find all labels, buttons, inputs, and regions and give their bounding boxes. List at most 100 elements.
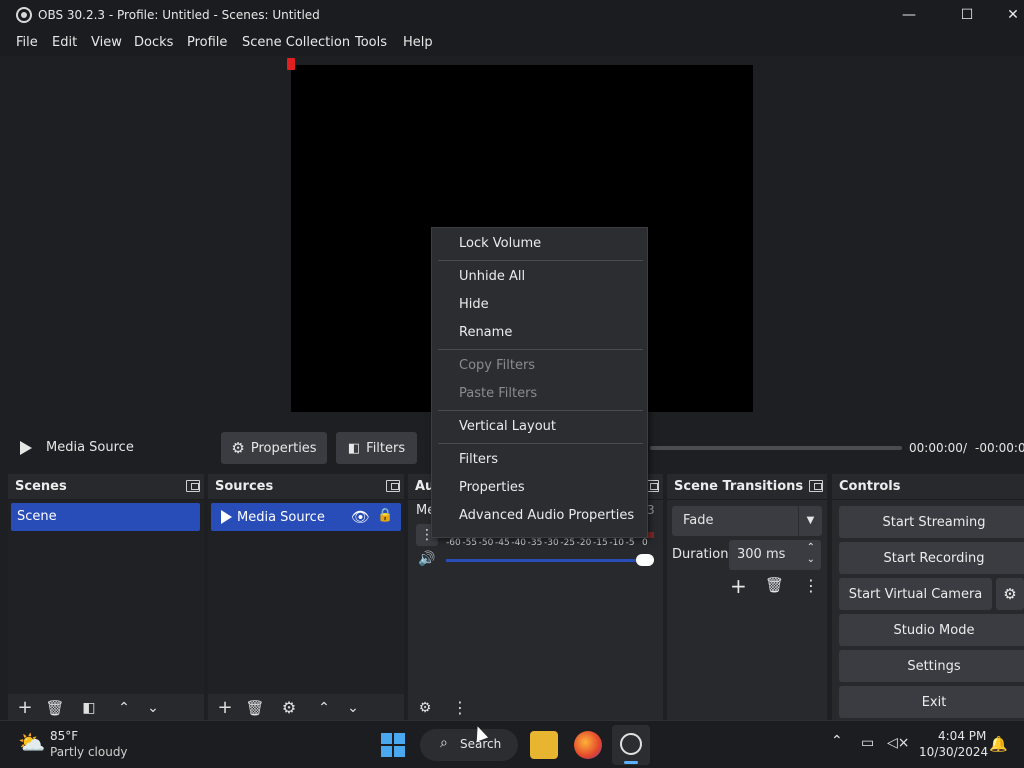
volume-slider-handle[interactable] (636, 554, 654, 566)
audio-db-value: 3 (647, 503, 655, 517)
obs-taskbar-button[interactable] (612, 725, 650, 765)
volume-muted-icon[interactable]: ◁× (887, 735, 910, 751)
menu-item-filters[interactable]: Filters (459, 452, 498, 467)
menu-separator (438, 349, 643, 350)
meter-tick-label: -10 (609, 538, 625, 548)
file-explorer-icon[interactable] (530, 731, 558, 759)
dock-float-icon[interactable] (809, 480, 823, 492)
chevron-down-icon: ▼ (798, 506, 822, 536)
move-down-icon[interactable]: ⌄ (143, 698, 163, 718)
remove-source-icon[interactable]: 🗑 (245, 698, 265, 718)
transition-properties-icon[interactable]: ⋮ (803, 576, 819, 595)
maximize-button[interactable]: ☐ (944, 0, 990, 30)
settings-button[interactable]: Settings (839, 650, 1024, 682)
close-button[interactable]: ✕ (990, 0, 1024, 30)
source-properties-icon[interactable]: ⚙ (279, 698, 299, 718)
menu-item-properties[interactable]: Properties (459, 480, 525, 495)
menu-item-advanced-audio-properties[interactable]: Advanced Audio Properties (459, 508, 634, 523)
start-recording-button[interactable]: Start Recording (839, 542, 1024, 574)
scene-transitions-title: Scene Transitions (674, 479, 804, 494)
studio-mode-button[interactable]: Studio Mode (839, 614, 1024, 646)
media-source-icon (221, 510, 232, 524)
firefox-icon[interactable] (574, 731, 602, 759)
meter-tick-label: -55 (462, 538, 478, 548)
remove-transition-icon[interactable]: 🗑 (765, 576, 784, 594)
taskbar-search[interactable]: ⌕ Search (420, 729, 518, 761)
lock-icon[interactable]: 🔒 (377, 508, 393, 523)
source-item[interactable]: Media Source 👁 🔒 (211, 503, 401, 531)
properties-button-label: Properties (250, 440, 317, 456)
chevron-up-icon[interactable]: ⌃ (807, 542, 815, 553)
advanced-audio-icon[interactable]: ⚙ (415, 698, 435, 718)
meter-tick-label: 0 (642, 538, 648, 548)
menu-tools[interactable]: Tools (355, 35, 387, 50)
weather-desc[interactable]: Partly cloudy (50, 745, 128, 759)
move-up-icon[interactable]: ⌃ (114, 698, 134, 718)
menu-edit[interactable]: Edit (52, 35, 77, 50)
move-down-icon[interactable]: ⌄ (343, 698, 363, 718)
menu-item-lock-volume[interactable]: Lock Volume (459, 236, 541, 251)
menu-item-vertical-layout[interactable]: Vertical Layout (459, 419, 556, 434)
mixer-menu-icon[interactable]: ⋮ (450, 698, 470, 718)
meter-tick-label: -60 (446, 538, 461, 548)
active-indicator (624, 761, 638, 764)
scene-transitions-header: Scene Transitions (667, 474, 827, 500)
clock-time[interactable]: 4:04 PM (938, 729, 986, 743)
chevron-down-icon[interactable]: ⌄ (807, 554, 815, 565)
menu-item-rename[interactable]: Rename (459, 325, 512, 340)
speaker-icon[interactable]: 🔊 (418, 551, 435, 567)
meter-tick-label: -5 (625, 538, 635, 548)
scene-filters-icon[interactable]: ◧ (79, 698, 99, 718)
dock-float-icon[interactable] (186, 480, 200, 492)
eye-icon[interactable]: 👁 (351, 508, 370, 526)
meter-tick-label: -25 (560, 538, 576, 548)
dock-float-icon[interactable] (386, 480, 400, 492)
minimize-button[interactable]: — (886, 0, 932, 30)
move-up-icon[interactable]: ⌃ (314, 698, 334, 718)
filters-button[interactable]: ◧ Filters (336, 432, 417, 464)
menu-separator (438, 443, 643, 444)
windows-start-icon[interactable] (381, 733, 405, 757)
start-streaming-button[interactable]: Start Streaming (839, 506, 1024, 538)
menu-docks[interactable]: Docks (134, 35, 173, 50)
media-seek-bar[interactable] (650, 446, 902, 450)
scene-item[interactable]: Scene (11, 503, 200, 531)
play-icon[interactable] (20, 441, 32, 455)
volume-slider-track[interactable] (446, 559, 654, 562)
clock-date[interactable]: 10/30/2024 (919, 745, 988, 759)
menu-profile[interactable]: Profile (187, 35, 227, 50)
add-transition-icon[interactable]: + (730, 574, 747, 598)
sources-dock-title: Sources (215, 479, 274, 494)
weather-icon[interactable]: ⛅ (18, 731, 45, 756)
notifications-icon[interactable]: 🔔 (989, 735, 1008, 753)
menu-file[interactable]: File (16, 35, 38, 50)
start-virtual-camera-button[interactable]: Start Virtual Camera (839, 578, 992, 610)
virtual-camera-settings-icon[interactable]: ⚙ (996, 578, 1024, 610)
transition-select[interactable]: Fade ▼ (672, 506, 822, 536)
add-source-icon[interactable]: + (215, 698, 235, 718)
meter-tick-label: -50 (478, 538, 494, 548)
duration-label: Duration (672, 547, 729, 562)
menu-item-paste-filters: Paste Filters (459, 386, 538, 401)
scenes-dock: Scenes Scene + 🗑 ◧ ⌃ ⌄ (8, 474, 204, 722)
menu-view[interactable]: View (91, 35, 122, 50)
chevron-up-icon[interactable]: ⌃ (831, 733, 843, 749)
menu-help[interactable]: Help (403, 35, 433, 50)
audio-context-menu: Lock Volume Unhide All Hide Rename Copy … (431, 227, 648, 538)
network-icon[interactable]: ▭ (861, 735, 874, 751)
menu-item-unhide-all[interactable]: Unhide All (459, 269, 525, 284)
menu-scene-collection[interactable]: Scene Collection (242, 35, 350, 50)
scenes-dock-footer: + 🗑 ◧ ⌃ ⌄ (8, 694, 204, 722)
properties-button[interactable]: ⚙ Properties (221, 432, 327, 464)
add-scene-icon[interactable]: + (15, 698, 35, 718)
taskbar: ⛅ 85°F Partly cloudy ⌕ Search ⌃ ▭ ◁× 4:0… (0, 720, 1024, 768)
menu-item-hide[interactable]: Hide (459, 297, 489, 312)
meter-tick-label: -45 (495, 538, 510, 548)
duration-spinbox[interactable]: 300 ms ⌃ ⌄ (729, 540, 821, 570)
transition-select-value: Fade (683, 513, 714, 528)
remove-scene-icon[interactable]: 🗑 (45, 698, 65, 718)
sources-dock-header: Sources (208, 474, 404, 500)
sources-dock-footer: + 🗑 ⚙ ⌃ ⌄ (208, 694, 404, 722)
exit-button[interactable]: Exit (839, 686, 1024, 718)
weather-temp[interactable]: 85°F (50, 729, 78, 743)
